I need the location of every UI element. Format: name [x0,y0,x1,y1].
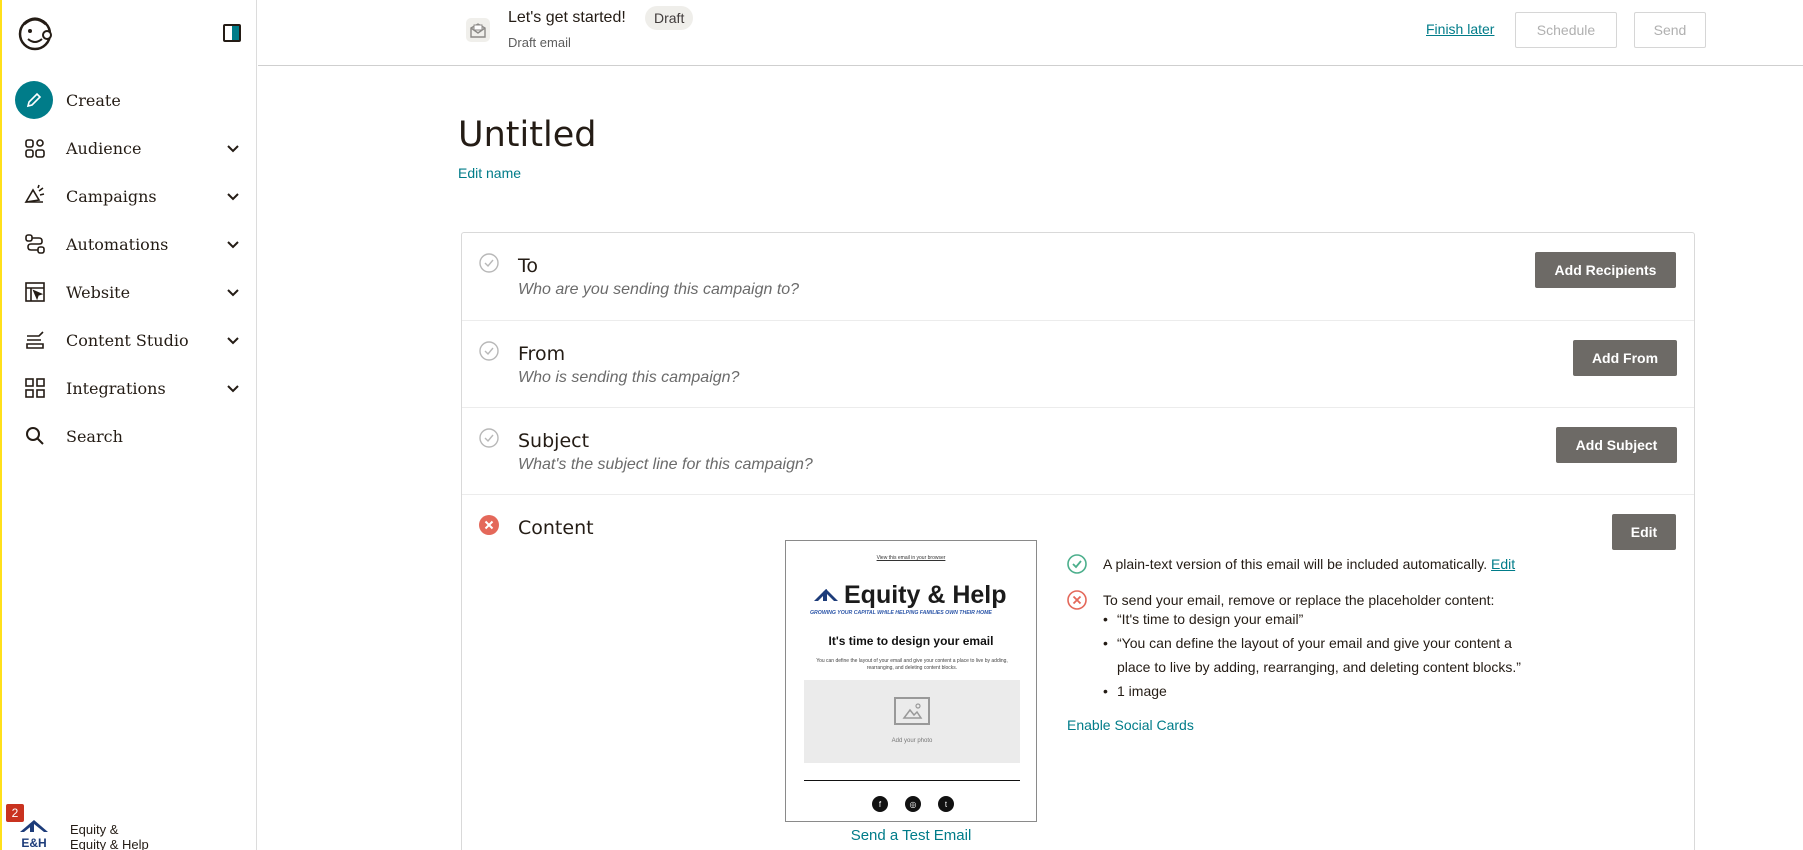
sidebar-item-automations[interactable]: Automations [2,220,256,268]
photo-label: Add your photo [891,738,933,744]
add-recipients-button[interactable]: Add Recipients [1535,252,1676,288]
facebook-icon: f [872,796,888,812]
brand-tagline: GROWING YOUR CAPITAL WHILE HELPING FAMIL… [810,610,992,616]
list-item: 1 image [1103,679,1563,703]
envelope-icon [466,18,490,42]
audience-icon [22,135,48,161]
image-icon [894,697,930,725]
sidebar-item-label: Campaigns [66,186,157,206]
header-subtitle: Draft email [508,35,571,50]
chevron-down-icon[interactable] [226,189,240,203]
header-title: Let's get started! [508,9,626,26]
mailchimp-logo-icon[interactable] [16,14,54,52]
row-label: From [518,343,566,365]
preview-photo-placeholder: Add your photo [804,680,1020,763]
sidebar-item-label: Search [66,426,123,446]
chevron-down-icon[interactable] [226,381,240,395]
list-item-line: “You can define the layout of your email… [1117,635,1512,651]
website-icon [22,279,48,305]
account-subname: Equity & Help [70,837,149,850]
schedule-button[interactable]: Schedule [1515,12,1617,48]
megaphone-icon [22,183,48,209]
automation-icon [22,231,48,257]
sidebar-item-label: Audience [66,138,142,158]
status-badge: Draft [645,6,694,30]
edit-name-link[interactable]: Edit name [458,165,521,181]
chevron-down-icon[interactable] [226,141,240,155]
row-hint: What's the subject line for this campaig… [518,456,813,473]
campaign-header: Let's get started! Draft Draft email Fin… [258,0,1803,66]
campaign-name: Untitled [458,115,597,155]
sidebar-item-website[interactable]: Website [2,268,256,316]
enable-social-cards-link[interactable]: Enable Social Cards [1067,717,1194,733]
success-check-icon [1067,554,1087,574]
finish-later-link[interactable]: Finish later [1426,21,1494,37]
sidebar-item-label: Automations [66,234,169,254]
content-studio-icon [22,327,48,353]
placeholder-list: “It's time to design your email” “You ca… [1103,607,1563,703]
send-test-email-link[interactable]: Send a Test Email [785,827,1037,844]
main-nav: Create Audience Campaigns Automations We… [2,76,256,460]
sidebar-item-create[interactable]: Create [2,76,256,124]
account-logo-text: E&H [21,836,46,850]
row-hint: Who is sending this campaign? [518,369,740,386]
twitter-icon: t [938,796,954,812]
list-item: “You can define the layout of your email… [1103,631,1563,679]
add-from-button[interactable]: Add From [1573,340,1677,376]
search-icon [22,423,48,449]
sidebar-item-label: Integrations [66,378,166,398]
brand-name: Equity & Help [844,581,1007,609]
preview-body: You can define the layout of your email … [816,658,1008,671]
chevron-down-icon[interactable] [226,333,240,347]
notification-badge: 2 [6,804,24,822]
sidebar-item-label: Content Studio [66,330,189,350]
edit-content-button[interactable]: Edit [1612,514,1676,550]
email-preview-thumbnail[interactable]: View this email in your browser Equity &… [785,540,1037,822]
pending-check-icon [479,428,499,448]
account-switcher[interactable]: 2 E&H Equity & Equity & Help [2,800,256,850]
campaign-checklist: To Who are you sending this campaign to?… [461,232,1695,850]
send-button[interactable]: Send [1634,12,1706,48]
plain-text-edit-link[interactable]: Edit [1491,556,1515,572]
row-label: Subject [518,430,590,452]
error-outline-icon [1067,590,1087,610]
chevron-down-icon[interactable] [226,237,240,251]
account-name: Equity & [70,822,119,837]
panel-toggle-icon [232,26,239,40]
grid-icon [22,375,48,401]
list-item: “It's time to design your email” [1103,607,1563,631]
sidebar-item-label: Create [66,90,121,110]
preview-heading: It's time to design your email [828,634,994,648]
pending-check-icon [479,253,499,273]
sidebar: Create Audience Campaigns Automations We… [2,0,257,850]
error-icon [479,515,499,535]
sidebar-item-integrations[interactable]: Integrations [2,364,256,412]
row-hint: Who are you sending this campaign to? [518,281,800,298]
chevron-down-icon[interactable] [226,285,240,299]
brand-logo: Equity & Help GROWING YOUR CAPITAL WHILE… [810,581,1007,616]
checklist-row-subject: Subject What's the subject line for this… [462,408,1694,495]
preview-browser-link: View this email in your browser [876,555,946,561]
sidebar-item-label: Website [66,282,131,302]
preview-divider [804,780,1020,781]
checklist-row-to: To Who are you sending this campaign to?… [462,233,1694,321]
pencil-icon [15,81,53,119]
row-label: To [518,255,539,277]
checklist-row-content: Content Edit View this email in your bro… [462,495,1694,850]
sidebar-item-campaigns[interactable]: Campaigns [2,172,256,220]
plain-text-note: A plain-text version of this email will … [1103,556,1488,572]
checklist-row-from: From Who is sending this campaign? Add F… [462,321,1694,408]
list-item-line: place to live by adding, rearranging, an… [1117,659,1521,675]
sidebar-item-content-studio[interactable]: Content Studio [2,316,256,364]
instagram-icon: ◎ [905,796,921,812]
add-subject-button[interactable]: Add Subject [1556,427,1677,463]
pending-check-icon [479,341,499,361]
sidebar-item-search[interactable]: Search [2,412,256,460]
sidebar-collapse-button[interactable] [223,24,241,42]
sidebar-item-audience[interactable]: Audience [2,124,256,172]
row-label: Content [518,517,594,539]
